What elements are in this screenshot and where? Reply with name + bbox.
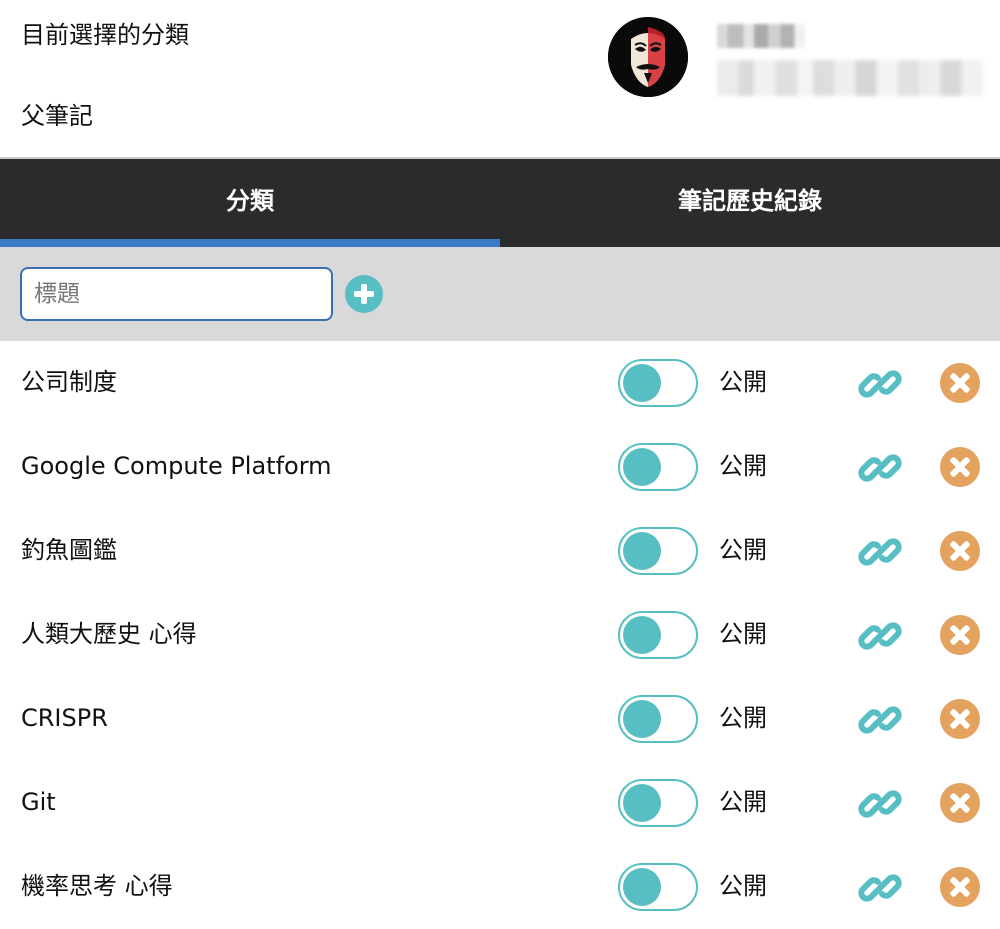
link-icon[interactable] <box>858 530 902 574</box>
list-item: 機率思考 心得 公開 <box>0 845 1000 929</box>
public-toggle[interactable] <box>618 443 698 491</box>
toggle-knob <box>623 616 661 654</box>
category-title[interactable]: Google Compute Platform <box>21 451 332 481</box>
category-title[interactable]: 機率思考 心得 <box>21 871 173 901</box>
close-circle-icon[interactable] <box>940 363 980 403</box>
tab-note-history[interactable]: 筆記歷史紀錄 <box>500 159 1000 247</box>
toggle-knob <box>623 448 661 486</box>
category-title[interactable]: 人類大歷史 心得 <box>21 619 197 649</box>
list-item: 人類大歷史 心得 公開 <box>0 593 1000 677</box>
close-circle-icon[interactable] <box>940 531 980 571</box>
public-status-label: 公開 <box>719 368 767 396</box>
toggle-knob <box>623 532 661 570</box>
close-circle-icon[interactable] <box>940 699 980 739</box>
tab-categories[interactable]: 分類 <box>0 159 500 247</box>
parent-note-label: 父筆記 <box>21 102 93 130</box>
toggle-knob <box>623 364 661 402</box>
current-category-label: 目前選擇的分類 <box>21 21 189 49</box>
link-icon[interactable] <box>858 614 902 658</box>
title-input[interactable] <box>20 267 333 321</box>
link-icon[interactable] <box>858 362 902 406</box>
category-title[interactable]: 公司制度 <box>21 367 117 397</box>
category-list: 公司制度 公開 Google Compute Platform 公開 釣魚圖鑑 <box>0 341 1000 929</box>
public-status-label: 公開 <box>719 536 767 564</box>
list-item: Git 公開 <box>0 761 1000 845</box>
list-item: 公司制度 公開 <box>0 341 1000 425</box>
link-icon[interactable] <box>858 866 902 910</box>
link-icon[interactable] <box>858 446 902 490</box>
add-category-bar <box>0 247 1000 341</box>
mask-avatar-image <box>608 17 688 97</box>
public-toggle[interactable] <box>618 527 698 575</box>
category-title[interactable]: Git <box>21 787 56 817</box>
public-status-label: 公開 <box>719 872 767 900</box>
list-item: CRISPR 公開 <box>0 677 1000 761</box>
toggle-knob <box>623 784 661 822</box>
public-status-label: 公開 <box>719 788 767 816</box>
link-icon[interactable] <box>858 698 902 742</box>
avatar[interactable] <box>608 17 688 97</box>
public-status-label: 公開 <box>719 704 767 732</box>
toggle-knob <box>623 868 661 906</box>
blurred-user-name <box>717 24 805 48</box>
tab-bar: 分類 筆記歷史紀錄 <box>0 159 1000 247</box>
close-circle-icon[interactable] <box>940 447 980 487</box>
link-icon[interactable] <box>858 782 902 826</box>
public-status-label: 公開 <box>719 620 767 648</box>
add-category-button[interactable] <box>345 275 383 313</box>
close-circle-icon[interactable] <box>940 867 980 907</box>
close-circle-icon[interactable] <box>940 783 980 823</box>
public-status-label: 公開 <box>719 452 767 480</box>
public-toggle[interactable] <box>618 863 698 911</box>
close-circle-icon[interactable] <box>940 615 980 655</box>
public-toggle[interactable] <box>618 695 698 743</box>
public-toggle[interactable] <box>618 779 698 827</box>
toggle-knob <box>623 700 661 738</box>
list-item: Google Compute Platform 公開 <box>0 425 1000 509</box>
public-toggle[interactable] <box>618 359 698 407</box>
category-title[interactable]: CRISPR <box>21 703 108 733</box>
page-header: 目前選擇的分類 父筆記 <box>0 0 1000 159</box>
category-title[interactable]: 釣魚圖鑑 <box>21 535 117 565</box>
public-toggle[interactable] <box>618 611 698 659</box>
list-item: 釣魚圖鑑 公開 <box>0 509 1000 593</box>
blurred-user-email <box>717 60 983 96</box>
